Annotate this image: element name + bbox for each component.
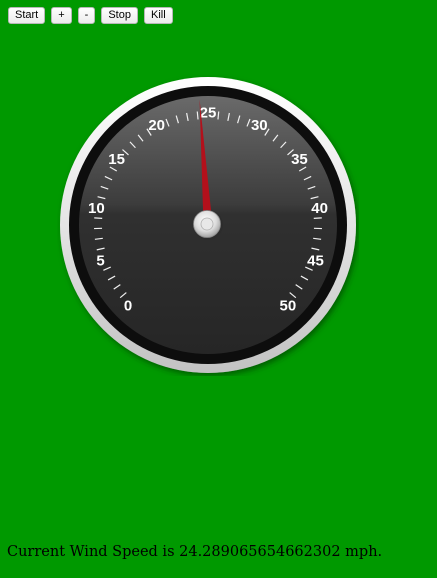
gauge-minor-tick xyxy=(94,217,103,219)
wind-speed-status: Current Wind Speed is 24.289065654662302… xyxy=(7,544,383,560)
gauge-tick-label: 35 xyxy=(291,151,308,168)
gauge-minor-tick xyxy=(217,111,220,120)
increase-button[interactable]: + xyxy=(51,7,72,24)
gauge-tick-label: 45 xyxy=(307,252,324,269)
gauge-tick-label: 10 xyxy=(88,200,105,217)
gauge-tick-label: 40 xyxy=(311,200,328,217)
gauge-tick-label: 25 xyxy=(200,105,217,122)
gauge-tick-label: 0 xyxy=(124,297,132,314)
gauge-tick-label: 50 xyxy=(280,297,297,314)
toolbar: Start + - Stop Kill xyxy=(8,7,173,24)
gauge-tick-label: 20 xyxy=(148,117,165,134)
gauge-hub-cap xyxy=(200,217,214,231)
gauge-tick-label: 5 xyxy=(96,252,104,269)
stop-button[interactable]: Stop xyxy=(101,7,138,24)
gauge-tick-label: 30 xyxy=(251,117,268,134)
gauge-minor-tick xyxy=(196,111,199,120)
wind-speed-gauge: 0 5 10 15 20 25 30 35 40 45 50 xyxy=(57,74,359,376)
gauge-minor-tick xyxy=(313,217,322,219)
start-button[interactable]: Start xyxy=(8,7,46,24)
gauge-tick-label: 15 xyxy=(108,151,125,168)
kill-button[interactable]: Kill xyxy=(143,7,173,24)
decrease-button[interactable]: - xyxy=(77,7,96,24)
gauge-svg: 0 5 10 15 20 25 30 35 40 45 50 xyxy=(60,77,356,373)
